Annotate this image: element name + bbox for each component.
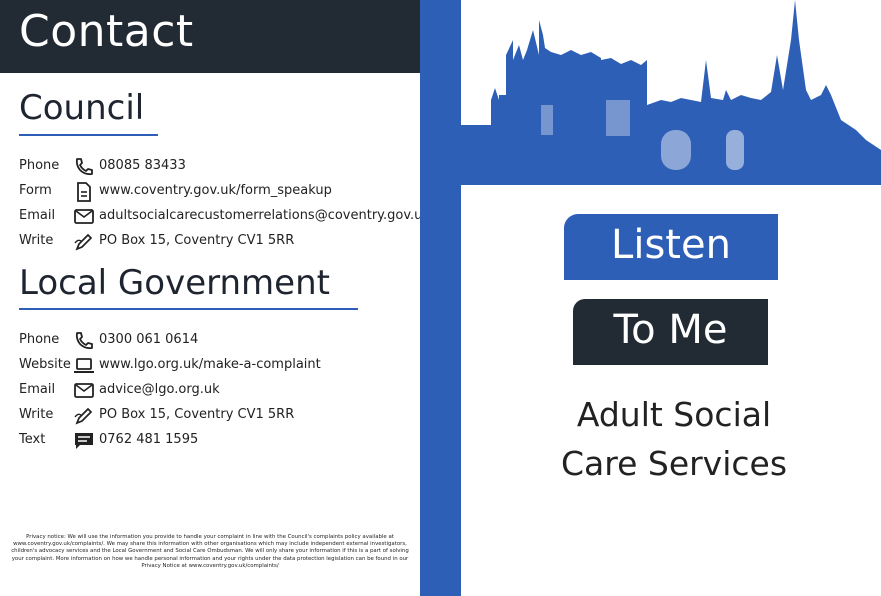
council-email-row: Email adultsocialcarecustomerrelations@c…: [19, 206, 430, 228]
lgo-phone-row: Phone 0300 061 0614: [19, 330, 424, 352]
row-label: Form: [19, 183, 52, 198]
lgo-text-value[interactable]: 0762 481 1595: [99, 432, 198, 447]
lgo-website-value[interactable]: www.lgo.org.uk/make-a-complaint: [99, 357, 321, 372]
lgo-phone-value[interactable]: 0300 061 0614: [99, 332, 198, 347]
row-label: Text: [19, 432, 46, 447]
lgo-write-row: Write PO Box 15, Coventry CV1 5RR: [19, 405, 424, 427]
phone-icon: [73, 156, 95, 178]
pen-icon: [73, 405, 95, 427]
cover-subtitle: Adult Social Care Services: [524, 390, 824, 488]
row-label: Write: [19, 233, 54, 248]
envelope-icon: [73, 206, 95, 228]
cathedral-skyline-icon: [461, 0, 881, 185]
row-label: Phone: [19, 158, 60, 173]
council-email-value[interactable]: adultsocialcarecustomerrelations@coventr…: [99, 208, 430, 223]
lgo-title: Local Government: [19, 263, 330, 303]
lgo-text-row: Text 0762 481 1595: [19, 430, 424, 452]
council-write-value: PO Box 15, Coventry CV1 5RR: [99, 233, 295, 248]
row-label: Phone: [19, 332, 60, 347]
lgo-divider: [19, 308, 358, 310]
subtitle-line-2: Care Services: [560, 444, 788, 483]
chat-icon: [73, 430, 95, 452]
council-form-value[interactable]: www.coventry.gov.uk/form_speakup: [99, 183, 332, 198]
row-label: Email: [19, 382, 56, 397]
document-icon: [73, 181, 95, 203]
envelope-icon: [73, 380, 95, 402]
lgo-website-row: Website www.lgo.org.uk/make-a-complaint: [19, 355, 424, 377]
council-phone-value[interactable]: 08085 83433: [99, 158, 186, 173]
council-form-row: Form www.coventry.gov.uk/form_speakup: [19, 181, 424, 203]
council-phone-row: Phone 08085 83433: [19, 156, 424, 178]
listen-banner: Listen: [564, 214, 778, 280]
laptop-icon: [73, 355, 95, 377]
privacy-notice: Privacy notice: We will use the informat…: [11, 534, 409, 569]
council-divider: [19, 134, 158, 136]
council-write-row: Write PO Box 15, Coventry CV1 5RR: [19, 231, 424, 253]
phone-icon: [73, 330, 95, 352]
row-label: Email: [19, 208, 56, 223]
subtitle-line-1: Adult Social: [576, 395, 772, 434]
lgo-email-value[interactable]: advice@lgo.org.uk: [99, 382, 220, 397]
contact-title: Contact: [19, 6, 194, 57]
pen-icon: [73, 231, 95, 253]
row-label: Website: [19, 357, 71, 372]
contact-panel: Contact Council Phone 08085 83433 Form w…: [0, 0, 430, 596]
blue-divider-bar: [420, 0, 461, 596]
council-title: Council: [19, 88, 145, 128]
lgo-email-row: Email advice@lgo.org.uk: [19, 380, 424, 402]
lgo-write-value: PO Box 15, Coventry CV1 5RR: [99, 407, 295, 422]
listen-text: Listen: [611, 222, 731, 268]
row-label: Write: [19, 407, 54, 422]
contact-header: Contact: [0, 0, 420, 73]
to-me-banner: To Me: [573, 299, 768, 365]
to-me-text: To Me: [613, 307, 728, 353]
